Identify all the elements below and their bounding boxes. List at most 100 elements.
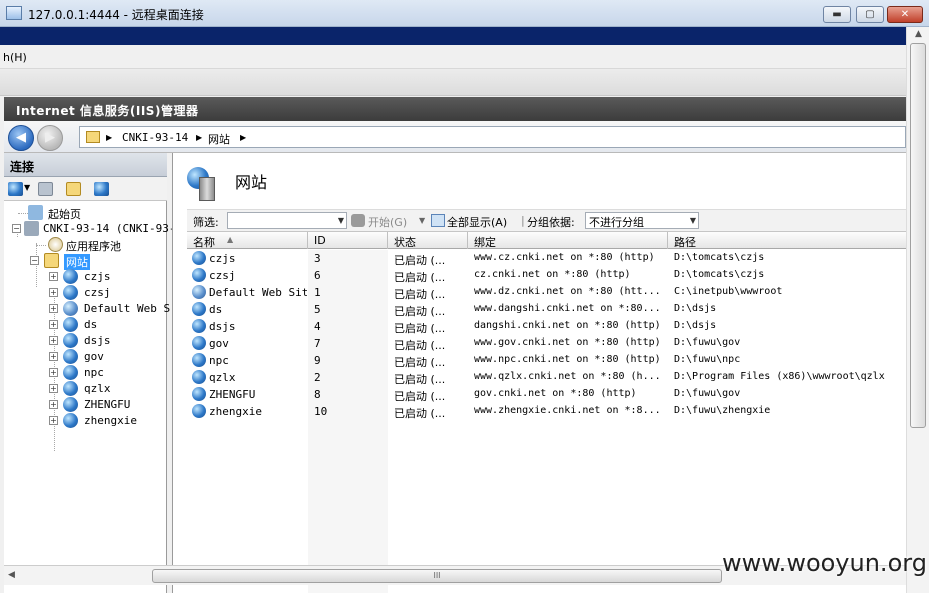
filter-input[interactable]: ▼ [227,212,347,229]
server-icon [199,177,215,201]
show-all-button[interactable]: 全部显示(A) [447,214,507,230]
expand-icon[interactable]: + [49,400,58,409]
horizontal-scroll-thumb[interactable]: III [152,569,722,583]
website-globe-icon [192,251,206,265]
disconnect-icon[interactable] [94,182,109,196]
sites-header-icon [187,167,219,201]
iis-manager-title: Internet 信息服务(IIS)管理器 [16,104,199,118]
collapse-icon[interactable]: − [30,256,39,265]
filter-bar: 筛选: ▼ 开始(G) ▼ 全部显示(A) | 分组依据: 不进行分组 ▼ [187,209,906,232]
table-row[interactable]: ZHENGFU 8 已启动 (... gov.cnki.net on *:80 … [187,386,906,403]
table-row[interactable]: czsj 6 已启动 (... cz.cnki.net on *:80 (htt… [187,267,906,284]
expand-icon[interactable]: + [49,384,58,393]
table-row[interactable]: ds 5 已启动 (... www.dangshi.cnki.net on *:… [187,301,906,318]
website-globe-icon [63,317,78,332]
toolbar-strip [0,69,906,96]
home-icon [28,205,43,220]
table-row[interactable]: qzlx 2 已启动 (... www.qzlx.cnki.net on *:8… [187,369,906,386]
sites-pane: 网站 筛选: ▼ 开始(G) ▼ 全部显示(A) | 分组依据: 不进行分组 ▼ [172,153,906,593]
sort-ascending-icon: ▲ [227,235,234,244]
column-header-path[interactable]: 路径 [668,232,906,249]
watermark: www.wooyun.org [722,549,927,577]
collapse-icon[interactable]: − [12,224,21,233]
menu-item-help[interactable]: h(H) [3,51,27,64]
remote-window-caption [0,27,906,45]
website-globe-icon [63,333,78,348]
connections-header: 连接 [4,153,167,177]
website-globe-icon [192,268,206,282]
maximize-button[interactable]: ▢ [856,6,884,23]
website-globe-icon [192,387,206,401]
website-globe-icon [63,349,78,364]
table-row[interactable]: gov 7 已启动 (... www.gov.cnki.net on *:80 … [187,335,906,352]
app-pool-icon [48,237,63,252]
close-button[interactable]: ✕ [887,6,923,23]
table-row[interactable]: Default Web Site 1 已启动 (... www.dz.cnki.… [187,284,906,301]
vertical-scroll-thumb[interactable] [910,43,926,428]
column-header-binding[interactable]: 绑定 [468,232,668,249]
start-filter-button[interactable]: 开始(G) [368,214,407,230]
breadcrumb-server[interactable]: CNKI-93-14 [122,131,188,144]
connections-tree: 起始页 − CNKI-93-14 (CNKI-93- 应用程序池 − 网站 + … [4,205,177,585]
scroll-up-icon[interactable]: ▲ [912,29,925,42]
menu-bar: h(H) [0,45,906,69]
website-globe-icon [192,404,206,418]
show-all-icon [431,214,445,227]
expand-icon[interactable]: + [49,352,58,361]
table-row[interactable]: zhengxie 10 已启动 (... www.zhengxie.cnki.n… [187,403,906,420]
expand-icon[interactable]: + [49,272,58,281]
expand-icon[interactable]: + [49,416,58,425]
chevron-right-icon[interactable]: ▶ [196,133,202,142]
table-row[interactable]: npc 9 已启动 (... www.npc.cnki.net on *:80 … [187,352,906,369]
folder-icon [86,131,100,143]
arrow-right-icon: ▶ [45,130,55,145]
filter-label: 筛选: [193,216,219,229]
forward-button[interactable]: ▶ [37,125,63,151]
back-button[interactable]: ◀ [8,125,34,151]
connect-icon[interactable] [8,182,23,196]
expand-icon[interactable]: + [49,368,58,377]
website-globe-icon [63,365,78,380]
chevron-right-icon[interactable]: ▶ [106,133,112,142]
address-row: ◀ ▶ ▶ CNKI-93-14 ▶ 网站 ▶ [4,121,906,153]
column-header-name[interactable]: 名称 ▲ [187,232,308,249]
arrow-left-icon: ◀ [16,130,26,145]
table-row[interactable]: dsjs 4 已启动 (... dangshi.cnki.net on *:80… [187,318,906,335]
address-bar[interactable]: ▶ CNKI-93-14 ▶ 网站 ▶ [79,126,906,148]
scroll-left-icon[interactable]: ◀ [8,570,15,580]
sites-folder-icon [44,253,59,268]
column-header-status[interactable]: 状态 [388,232,468,249]
remote-desktop-area[interactable]: h(H) Internet 信息服务(IIS)管理器 ◀ ▶ ▶ CNKI-93… [0,27,906,593]
rdp-title-bar[interactable]: 127.0.0.1:4444 - 远程桌面连接 ▬ ▢ ✕ [0,0,929,27]
column-header-id[interactable]: ID [308,232,388,249]
group-by-select[interactable]: 不进行分组 ▼ [585,212,699,229]
website-globe-icon [192,370,206,384]
website-globe-icon [192,302,206,316]
page-title: 网站 [235,173,268,192]
breadcrumb-sites[interactable]: 网站 [208,131,230,147]
expand-icon[interactable]: + [49,288,58,297]
website-globe-icon [192,353,206,367]
dropdown-arrow-icon[interactable]: ▼ [336,213,346,228]
website-globe-icon [63,413,78,428]
website-globe-icon [63,269,78,284]
save-icon[interactable] [38,182,53,196]
connections-title: 连接 [10,160,35,174]
expand-icon[interactable]: + [49,336,58,345]
website-globe-icon [63,301,78,316]
minimize-button[interactable]: ▬ [823,6,851,23]
expand-icon[interactable]: + [49,320,58,329]
server-icon [24,221,39,236]
up-folder-icon[interactable] [66,182,81,196]
group-by-label: 分组依据: [527,216,575,229]
expand-icon[interactable]: + [49,304,58,313]
chevron-right-icon[interactable]: ▶ [240,133,246,142]
table-row[interactable]: czjs 3 已启动 (... www.cz.cnki.net on *:80 … [187,250,906,267]
connections-pane: 连接 ▼ 起始页 − CNKI-93-14 (CNKI-93- 应用程序池 − … [4,153,177,593]
vertical-scrollbar[interactable]: ▲ [906,27,929,593]
dropdown-arrow-icon[interactable]: ▼ [688,213,698,228]
dropdown-arrow-icon[interactable]: ▼ [419,216,425,225]
dropdown-arrow-icon[interactable]: ▼ [24,183,30,192]
toolbar-separator: | [521,214,525,227]
connections-toolbar: ▼ [4,177,167,201]
